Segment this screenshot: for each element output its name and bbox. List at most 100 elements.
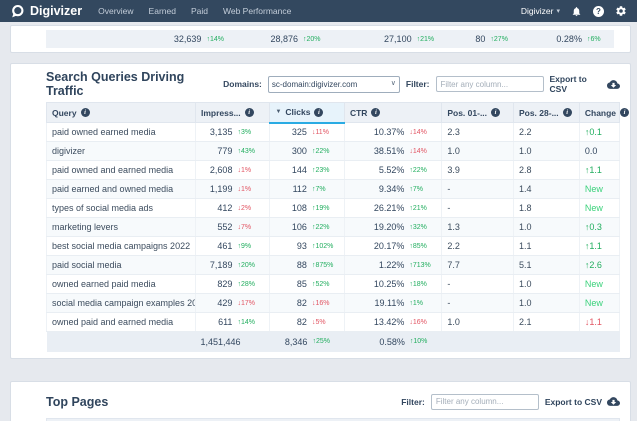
sort-desc-icon (275, 109, 281, 115)
filter-input[interactable] (436, 76, 544, 92)
cell-content: 144↑23% (275, 165, 338, 175)
search-queries-table: Query Impress... Clicks CTR Pos. 01-... … (46, 102, 620, 352)
help-icon[interactable] (593, 6, 604, 17)
info-icon[interactable] (491, 108, 500, 117)
query-cell: paid earned and owned media (47, 180, 196, 199)
summary-value: 27,100 (330, 34, 412, 44)
cell-content: 20.17%↑85% (350, 241, 436, 251)
info-icon[interactable] (620, 108, 629, 117)
table-row: paid social media7,189↑20%88↑875%1.22%↑7… (47, 256, 620, 275)
cell-delta: ↓16% (312, 300, 339, 307)
change-value: New (585, 298, 603, 308)
change-value: ↑0.3 (585, 222, 602, 232)
cell-delta: ↑14% (237, 319, 264, 326)
digivizer-logo-icon (10, 4, 25, 19)
notifications-bell-icon[interactable] (571, 6, 582, 17)
column-label: Query (52, 108, 77, 118)
domains-select-wrap: sc-domain:digivizer.com (268, 76, 400, 93)
query-cell: paid owned earned media (47, 123, 196, 142)
cell-value: 19.11% (350, 298, 404, 308)
cell-value: 20.17% (350, 241, 404, 251)
cell-value: 13.42% (350, 317, 404, 327)
column-header-query[interactable]: Query (47, 103, 196, 123)
cell-delta: ↑28% (237, 281, 264, 288)
summary-cell: 32,639↑14% (46, 34, 233, 44)
impressions-cell: 611↑14% (195, 313, 269, 332)
column-header-clicks[interactable]: Clicks (270, 103, 344, 123)
nav-link-earned[interactable]: Earned (149, 6, 176, 16)
info-icon[interactable] (314, 108, 323, 117)
cell-value: 552 (201, 222, 232, 232)
nav-link-overview[interactable]: Overview (98, 6, 133, 16)
cell-delta: ↑7% (409, 186, 436, 193)
info-icon[interactable] (371, 108, 380, 117)
column-header-impressions[interactable]: Impress... (195, 103, 269, 123)
column-label: Impress... (201, 108, 241, 118)
cell-delta: ↑9% (237, 243, 264, 250)
change-cell: New (579, 199, 619, 218)
table-header-row: Query Impress... Clicks CTR Pos. 01-... … (47, 103, 620, 123)
column-header-ctr[interactable]: CTR (344, 103, 441, 123)
info-icon[interactable] (563, 108, 572, 117)
query-cell: social media campaign examples 2022 (47, 294, 196, 313)
pos-01-cell: 2.2 (442, 237, 514, 256)
cell-delta: ↓2% (237, 205, 264, 212)
info-icon[interactable] (245, 108, 254, 117)
cell-value: 829 (201, 279, 232, 289)
cell-value: 88 (275, 260, 306, 270)
table-row: paid owned and earned media2,608↓1%144↑2… (47, 161, 620, 180)
cell-value: 82 (275, 298, 306, 308)
cell-content: 85↑52% (275, 279, 338, 289)
column-header-pos-28[interactable]: Pos. 28-... (513, 103, 579, 123)
summary-cell: 80↑27% (444, 34, 518, 44)
cell-value: 9.34% (350, 184, 404, 194)
cell-value: 19.20% (350, 222, 404, 232)
nav-link-paid[interactable]: Paid (191, 6, 208, 16)
column-header-change[interactable]: Change (579, 103, 619, 123)
domains-select[interactable]: sc-domain:digivizer.com (268, 76, 400, 93)
impressions-cell: 429↓17% (195, 294, 269, 313)
change-value: ↑1.1 (585, 241, 602, 251)
cell-delta: ↓1% (237, 167, 264, 174)
filter-label: Filter: (401, 397, 425, 407)
clicks-cell: 325↓11% (270, 123, 344, 142)
change-cell: ↑0.1 (579, 123, 619, 142)
summary-delta: ↑21% (417, 36, 444, 43)
summary-value: 0.28% (517, 34, 582, 44)
top-pages-export-csv-button[interactable]: Export to CSV (545, 396, 620, 407)
pos-01-cell: - (442, 294, 514, 313)
cell-content: 88 ↑875% (275, 260, 338, 270)
query-cell: marketing levers (47, 218, 196, 237)
table-row: digivizer779↑43%300↑22%38.51%↓14%1.01.00… (47, 142, 620, 161)
brand[interactable]: Digivizer (10, 4, 82, 19)
info-icon[interactable] (81, 108, 90, 117)
summary-value: 32,639 (46, 34, 201, 44)
cell-content: 82↓5% (275, 317, 338, 327)
cell-delta: ↑875% (312, 262, 339, 269)
totals-clicks-cell: 8,346↑25% (270, 332, 344, 352)
totals-row: 1,451,446 8,346↑25% 0.58%↑10% (47, 332, 620, 352)
cell-content: 779↑43% (201, 146, 264, 156)
top-pages-filter-input[interactable] (431, 394, 539, 410)
export-csv-button[interactable]: Export to CSV (550, 74, 620, 94)
summary-value: 28,876 (233, 34, 298, 44)
query-cell: owned paid and earned media (47, 313, 196, 332)
account-menu[interactable]: Digivizer ▾ (521, 6, 560, 16)
change-value: ↓1.1 (585, 317, 602, 327)
totals-empty-cell (47, 332, 196, 352)
top-pages-title: Top Pages (46, 395, 108, 409)
pos-28-cell: 1.8 (513, 199, 579, 218)
cell-delta: ↑52% (312, 281, 339, 288)
cell-content: 2,608↓1% (201, 165, 264, 175)
summary-cell: 28,876↑20% (233, 34, 330, 44)
column-header-pos-01[interactable]: Pos. 01-... (442, 103, 514, 123)
cell-delta: ↑713% (409, 262, 436, 269)
change-cell: ↑0.3 (579, 218, 619, 237)
cell-value: 779 (201, 146, 232, 156)
cell-content: 106↑22% (275, 222, 338, 232)
nav-link-web-performance[interactable]: Web Performance (223, 6, 291, 16)
settings-gear-icon[interactable] (615, 5, 627, 17)
column-label: Pos. 01-... (447, 108, 487, 118)
impressions-cell: 3,135↑3% (195, 123, 269, 142)
query-cell: digivizer (47, 142, 196, 161)
